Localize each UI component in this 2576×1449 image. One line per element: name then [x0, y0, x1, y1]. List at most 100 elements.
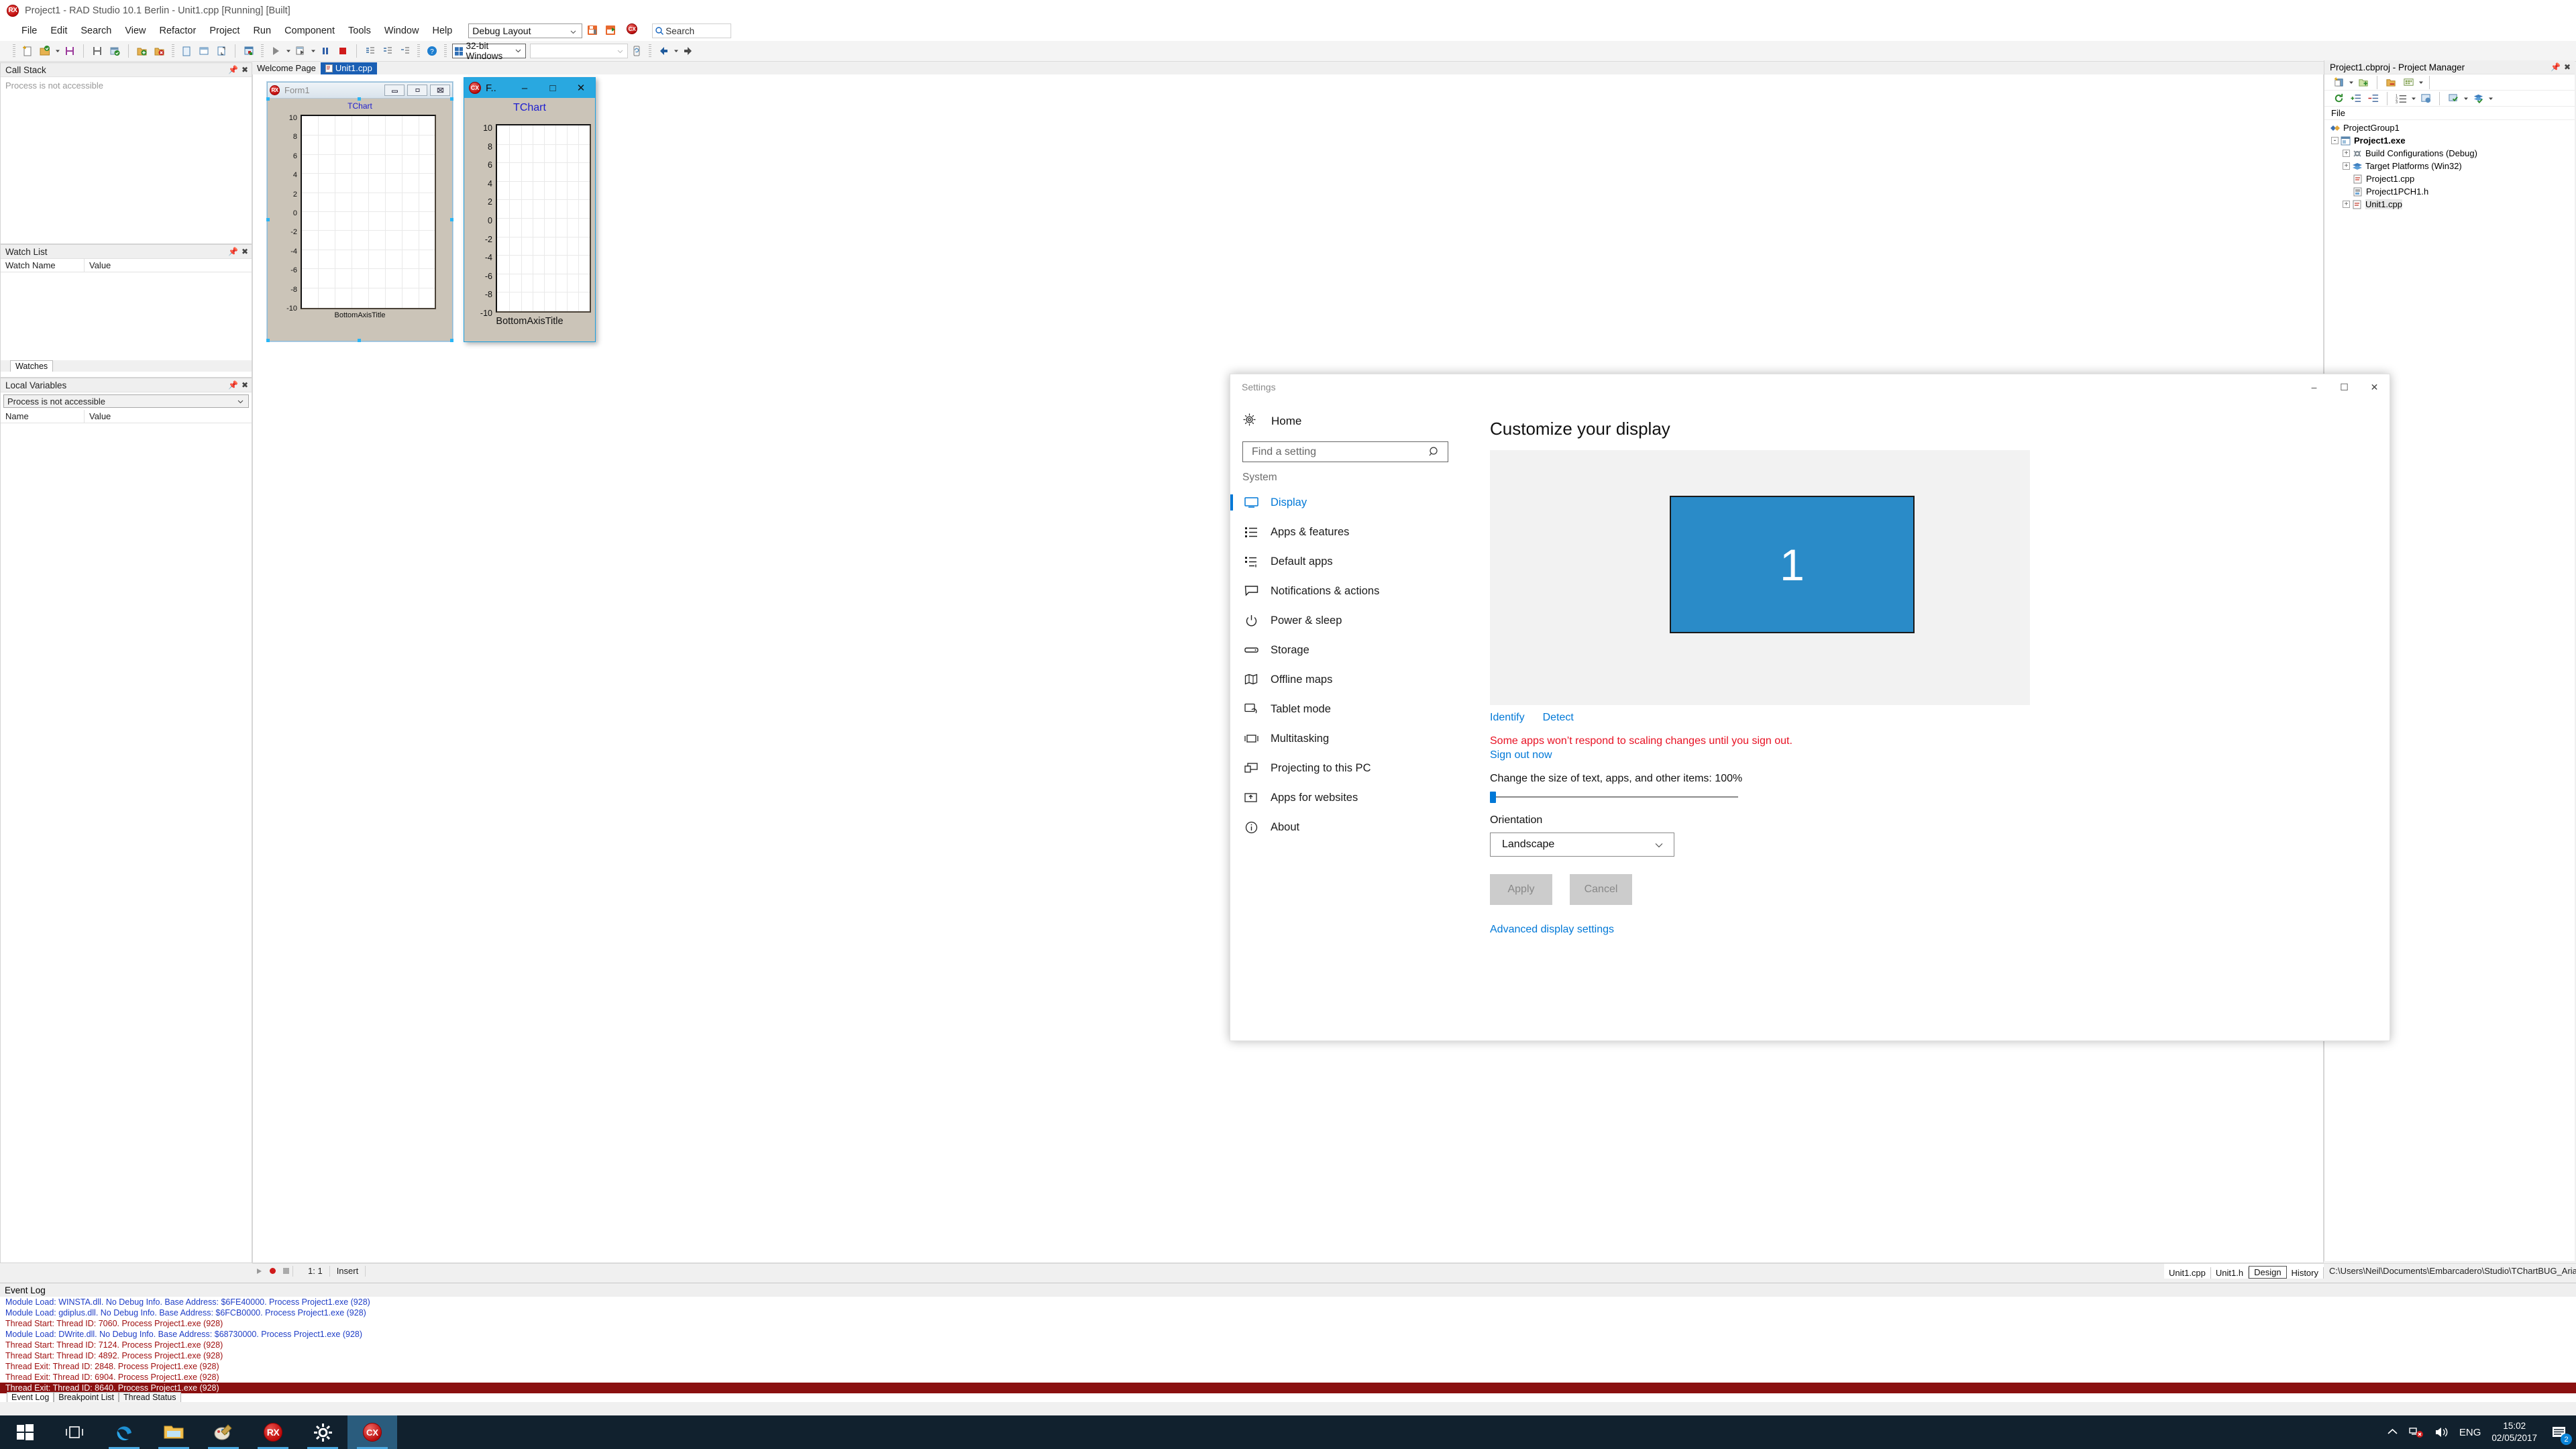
- pin-icon[interactable]: 📌: [2551, 62, 2561, 72]
- sidebar-item-about[interactable]: About: [1230, 812, 1462, 842]
- orientation-combobox[interactable]: Landscape: [1490, 833, 1674, 857]
- add-to-project-button[interactable]: [134, 43, 150, 59]
- taskbar-settings[interactable]: [298, 1415, 347, 1449]
- sidebar-item-default-apps[interactable]: Default apps: [1230, 547, 1462, 576]
- save-button[interactable]: [62, 43, 78, 59]
- tab-event-log[interactable]: Event Log: [7, 1392, 54, 1402]
- run-to-cursor-button[interactable]: [397, 43, 413, 59]
- save-all-button[interactable]: [89, 43, 105, 59]
- display-preview-area[interactable]: 1: [1490, 450, 2030, 705]
- settings-window[interactable]: Settings – ☐ ✕ Home Find a setting Syste…: [1230, 374, 2390, 1041]
- clock[interactable]: 15:02 02/05/2017: [2491, 1420, 2537, 1444]
- sort-order-dropdown[interactable]: [2410, 91, 2417, 106]
- form1-close-button[interactable]: [430, 85, 450, 96]
- sort-order-button[interactable]: 123: [2393, 91, 2409, 107]
- taskbar-edge[interactable]: [99, 1415, 149, 1449]
- event-log-row-selected[interactable]: Thread Exit: Thread ID: 8640. Process Pr…: [0, 1383, 2576, 1393]
- running-form-minimize-button[interactable]: –: [511, 78, 539, 98]
- settings-search-input[interactable]: Find a setting: [1242, 441, 1448, 462]
- form1-maximize-button[interactable]: [407, 85, 427, 96]
- new-project-dropdown[interactable]: [2347, 75, 2355, 90]
- sidebar-item-power-sleep[interactable]: Power & sleep: [1230, 606, 1462, 635]
- monitor-1-thumbnail[interactable]: 1: [1670, 496, 1915, 633]
- menu-refactor[interactable]: Refactor: [153, 24, 203, 38]
- help-button[interactable]: ?: [424, 43, 440, 59]
- view-tab-unit1-h[interactable]: Unit1.h: [2211, 1267, 2249, 1279]
- toolbar-grip[interactable]: [261, 44, 264, 58]
- toolbar-grip[interactable]: [649, 44, 651, 58]
- running-form-maximize-button[interactable]: □: [539, 78, 567, 98]
- form1-designer-window[interactable]: RX Form1 TChart 10 8 6 4 2 0 -2 -4 -6 -8…: [266, 82, 453, 342]
- toolbar-grip[interactable]: [444, 44, 447, 58]
- run-without-debugging-button[interactable]: [292, 43, 309, 59]
- build-view-button[interactable]: [2418, 91, 2434, 107]
- tree-node-project1-cpp[interactable]: Project1.cpp: [2324, 172, 2575, 185]
- settings-titlebar[interactable]: Settings – ☐ ✕: [1230, 374, 2390, 400]
- taskbar-paint[interactable]: [199, 1415, 248, 1449]
- tab-breakpoint-list[interactable]: Breakpoint List: [54, 1392, 119, 1402]
- tchart-design-plot-area[interactable]: [301, 115, 436, 309]
- detect-link[interactable]: Detect: [1543, 712, 1574, 724]
- close-icon[interactable]: ✖: [241, 247, 248, 256]
- selection-handle[interactable]: [266, 218, 270, 221]
- apply-button[interactable]: Apply: [1490, 874, 1552, 905]
- taskbar-cx-app[interactable]: CX: [347, 1415, 397, 1449]
- collapse-all-button[interactable]: [2365, 91, 2381, 107]
- save-desktop-button[interactable]: [586, 23, 600, 38]
- nav-home[interactable]: Home: [1230, 407, 1462, 436]
- run-dropdown[interactable]: [284, 44, 292, 58]
- sidebar-item-tablet-mode[interactable]: Tablet mode: [1230, 694, 1462, 724]
- trace-into-button[interactable]: [362, 43, 378, 59]
- menu-edit[interactable]: Edit: [44, 24, 74, 38]
- form1-minimize-button[interactable]: [384, 85, 405, 96]
- selection-handle[interactable]: [266, 97, 270, 101]
- event-log-row[interactable]: Thread Start: Thread ID: 7060. Process P…: [0, 1318, 2576, 1329]
- close-icon[interactable]: ✖: [241, 65, 248, 74]
- step-over-button[interactable]: [380, 43, 396, 59]
- menu-component[interactable]: Component: [278, 24, 341, 38]
- sidebar-item-multitasking[interactable]: Multitasking: [1230, 724, 1462, 753]
- editor-tab-welcome-page[interactable]: Welcome Page: [252, 62, 321, 74]
- forward-navigation-button[interactable]: [680, 43, 696, 59]
- running-form-titlebar[interactable]: CX F.. – □ ✕: [464, 78, 595, 98]
- menu-search[interactable]: Search: [74, 24, 118, 38]
- tree-node-projectgroup1[interactable]: ProjectGroup1: [2324, 121, 2575, 134]
- menu-run[interactable]: Run: [246, 24, 278, 38]
- advanced-display-settings-link[interactable]: Advanced display settings: [1490, 924, 2390, 936]
- build-configurations-button[interactable]: [2445, 91, 2461, 107]
- event-log-row[interactable]: Module Load: gdiplus.dll. No Debug Info.…: [0, 1307, 2576, 1318]
- slider-thumb[interactable]: [1490, 792, 1496, 803]
- breakpoint-icon[interactable]: [266, 1267, 279, 1275]
- taskbar-rad-studio[interactable]: RX: [248, 1415, 298, 1449]
- view-tab-history[interactable]: History: [2287, 1267, 2324, 1279]
- target-platforms-button[interactable]: [2470, 91, 2486, 107]
- cancel-button[interactable]: Cancel: [1570, 874, 1632, 905]
- toolbar-grip[interactable]: [172, 44, 174, 58]
- volume-icon[interactable]: [2434, 1426, 2449, 1438]
- selection-handle[interactable]: [450, 218, 453, 221]
- save-project-button[interactable]: [107, 43, 123, 59]
- menu-window[interactable]: Window: [378, 24, 426, 38]
- tree-node-build-configurations[interactable]: + Build Configurations (Debug): [2324, 147, 2575, 160]
- remove-file-button[interactable]: [2383, 74, 2399, 91]
- target-device-combobox[interactable]: [530, 44, 628, 58]
- build-configurations-dropdown[interactable]: [2462, 91, 2469, 106]
- pin-icon[interactable]: 📌: [228, 380, 238, 390]
- tree-node-target-platforms[interactable]: + Target Platforms (Win32): [2324, 160, 2575, 172]
- scale-slider[interactable]: [1490, 792, 1738, 803]
- selection-handle[interactable]: [266, 339, 270, 342]
- stop-button[interactable]: [335, 43, 351, 59]
- back-navigation-button[interactable]: [655, 43, 672, 59]
- selection-handle[interactable]: [450, 339, 453, 342]
- editor-tab-unit1-cpp[interactable]: Unit1.cpp: [320, 62, 377, 74]
- taskbar-file-explorer[interactable]: [149, 1415, 199, 1449]
- expand-all-button[interactable]: [2348, 91, 2364, 107]
- run-without-debugging-dropdown[interactable]: [309, 44, 317, 58]
- sidebar-item-apps-features[interactable]: Apps & features: [1230, 517, 1462, 547]
- view-options-dropdown[interactable]: [2417, 75, 2424, 90]
- back-navigation-dropdown[interactable]: [672, 44, 680, 58]
- new-project-button[interactable]: [2330, 74, 2347, 91]
- sidebar-item-apps-for-websites[interactable]: Apps for websites: [1230, 783, 1462, 812]
- network-status-icon[interactable]: [2409, 1426, 2424, 1438]
- set-debug-desktop-button[interactable]: [604, 23, 619, 38]
